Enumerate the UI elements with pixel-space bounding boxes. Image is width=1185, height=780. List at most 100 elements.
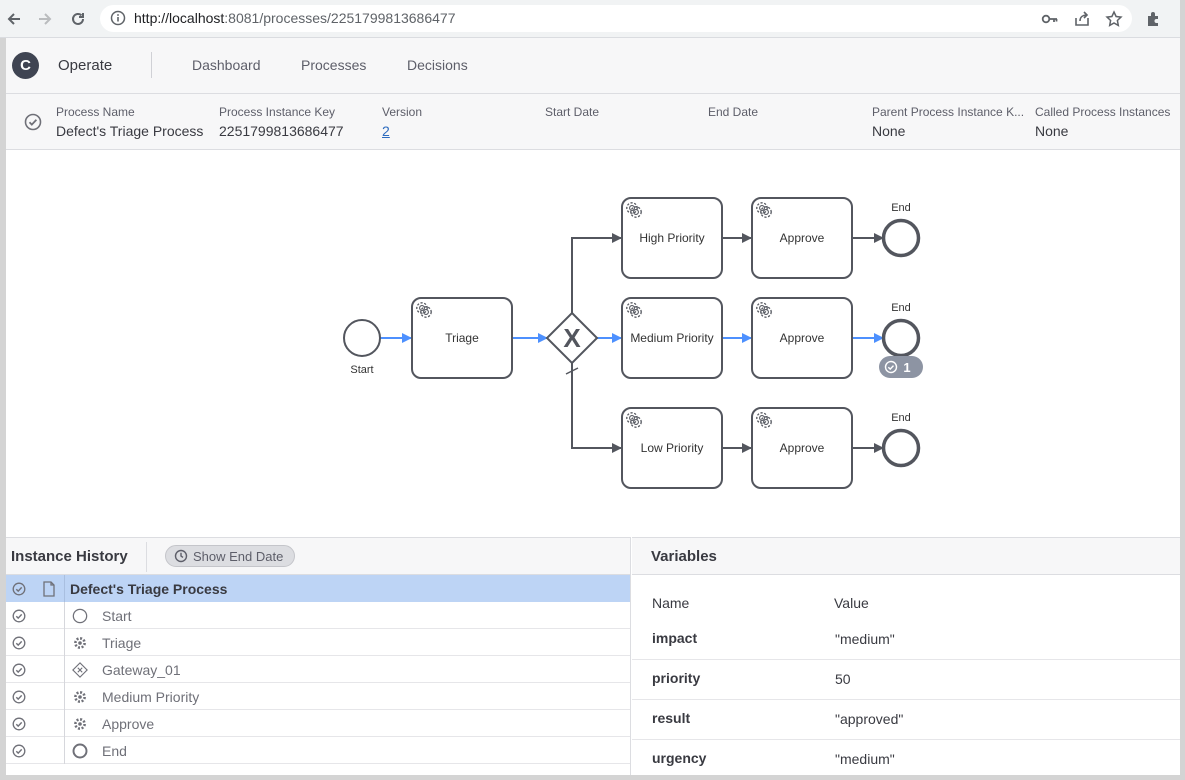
task-low-priority[interactable]: Low Priority [621, 407, 723, 489]
instance-history-header: Instance History Show End Date [6, 538, 630, 575]
app-header: C Operate Dashboard Processes Decisions [6, 38, 1180, 94]
history-row-approve[interactable]: Approve [6, 710, 630, 737]
task-approve-high[interactable]: Approve [751, 197, 853, 279]
called-instances-field: Called Process Instances None [1035, 105, 1180, 139]
end-event-icon [72, 743, 88, 759]
end-event-medium[interactable]: End [881, 302, 921, 358]
start-date-field: Start Date [545, 105, 705, 123]
address-bar[interactable]: http://localhost:8081/processes/22517998… [100, 5, 1132, 32]
tree-line [64, 737, 65, 764]
variables-title: Variables [651, 548, 717, 565]
start-event-label: Start [350, 364, 373, 376]
instance-key-label: Process Instance Key [219, 105, 336, 119]
extensions-icon[interactable] [1144, 9, 1164, 29]
variable-row[interactable]: urgency "medium" [632, 740, 1180, 775]
version-link[interactable]: 2 [382, 123, 390, 139]
history-label-triage: Triage [102, 635, 142, 651]
start-event[interactable]: Start [343, 319, 381, 376]
process-name-label: Process Name [56, 105, 135, 119]
document-icon [41, 581, 57, 597]
completed-check-icon [12, 744, 26, 761]
end-event-low[interactable]: End [881, 412, 921, 468]
share-icon[interactable] [1072, 9, 1092, 29]
start-event-icon [72, 608, 88, 624]
called-instances-value: None [1035, 123, 1069, 139]
bpmn-diagram[interactable]: Start Triage X High Priority Medium Prio… [6, 150, 1180, 536]
service-task-icon [72, 635, 88, 651]
variable-name: urgency [652, 750, 707, 766]
start-date-label: Start Date [545, 105, 600, 119]
reload-icon[interactable] [66, 7, 90, 31]
instance-history-title: Instance History [11, 548, 128, 565]
task-medium-priority-label: Medium Priority [630, 331, 713, 345]
variable-row[interactable]: priority 50 [632, 660, 1180, 700]
camunda-logo[interactable]: C [12, 52, 39, 79]
variable-row[interactable]: result "approved" [632, 700, 1180, 740]
tree-line [64, 710, 65, 737]
instance-key-value: 2251799813686477 [219, 123, 344, 139]
gateway-x-icon: X [563, 323, 581, 353]
exclusive-gateway[interactable]: X [545, 311, 599, 365]
completed-count-badge[interactable]: 1 [879, 356, 923, 378]
variable-name: result [652, 710, 691, 726]
variable-row[interactable]: impact "medium" [632, 620, 1180, 660]
forward-arrow-icon[interactable] [33, 7, 57, 31]
service-task-icon [72, 689, 88, 705]
history-label-process: Defect's Triage Process [70, 581, 228, 597]
browser-toolbar: http://localhost:8081/processes/22517998… [0, 0, 1185, 38]
variable-value: "medium" [835, 631, 895, 647]
task-approve-medium[interactable]: Approve [751, 297, 853, 379]
version-label: Version [382, 105, 423, 119]
tree-line [64, 575, 65, 602]
tree-line [64, 656, 65, 683]
completed-check-icon [12, 582, 26, 599]
header-divider [151, 52, 152, 78]
history-row-end[interactable]: End [6, 737, 630, 764]
task-triage[interactable]: Triage [411, 297, 513, 379]
url-host: http://localhost [134, 10, 225, 26]
task-low-priority-label: Low Priority [641, 441, 704, 455]
task-approve-low[interactable]: Approve [751, 407, 853, 489]
nav-dashboard[interactable]: Dashboard [192, 57, 261, 73]
variable-value: 50 [835, 671, 851, 687]
end-event-high[interactable]: End [881, 202, 921, 258]
nav-processes[interactable]: Processes [301, 57, 366, 73]
task-medium-priority[interactable]: Medium Priority [621, 297, 723, 379]
variable-value: "approved" [835, 711, 904, 727]
end-event-label: End [891, 202, 911, 214]
end-event-label: End [891, 412, 911, 424]
nav-decisions[interactable]: Decisions [407, 57, 468, 73]
tree-line [64, 602, 65, 629]
variables-table-header: Name Value [632, 575, 1180, 620]
flow-gateway-low [565, 363, 622, 453]
tree-line [64, 629, 65, 656]
completed-check-icon [12, 636, 26, 653]
history-row-medium-priority[interactable]: Medium Priority [6, 683, 630, 710]
window-border-bottom [0, 775, 1185, 780]
column-name-header: Name [652, 595, 690, 611]
history-row-gateway[interactable]: Gateway_01 [6, 656, 630, 683]
parent-instance-value: None [872, 123, 906, 139]
key-icon[interactable] [1040, 9, 1060, 29]
history-label-start: Start [102, 608, 132, 624]
called-instances-label: Called Process Instances [1035, 105, 1171, 119]
history-row-start[interactable]: Start [6, 602, 630, 629]
history-row-process[interactable]: Defect's Triage Process [6, 575, 630, 602]
site-info-icon[interactable] [110, 10, 126, 29]
star-icon[interactable] [1104, 9, 1124, 29]
clock-icon [174, 549, 188, 563]
history-row-triage[interactable]: Triage [6, 629, 630, 656]
end-date-field: End Date [708, 105, 868, 123]
history-label-approve: Approve [102, 716, 155, 732]
show-end-date-button[interactable]: Show End Date [165, 545, 296, 567]
tree-line [64, 683, 65, 710]
back-arrow-icon[interactable] [2, 7, 26, 31]
window-border-right [1180, 0, 1185, 780]
variable-name: impact [652, 630, 698, 646]
show-end-date-label: Show End Date [193, 548, 284, 564]
brand-operate[interactable]: Operate [58, 57, 112, 74]
instance-key-field: Process Instance Key 2251799813686477 [219, 105, 379, 139]
task-high-priority[interactable]: High Priority [621, 197, 723, 279]
instance-header: Process Name Defect's Triage Process Pro… [6, 94, 1180, 150]
process-name-field: Process Name Defect's Triage Process [56, 105, 216, 139]
